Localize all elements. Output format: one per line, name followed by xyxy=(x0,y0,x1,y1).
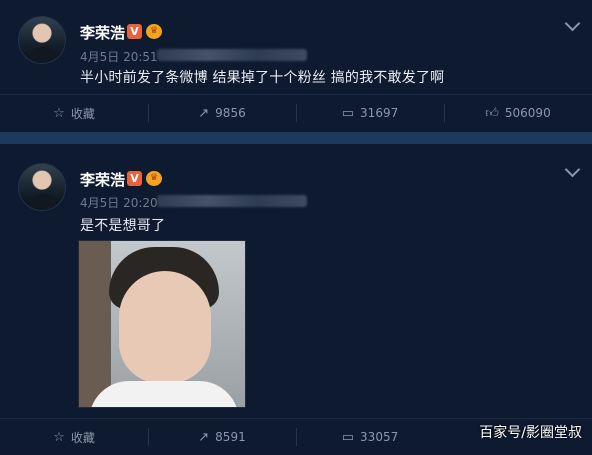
avatar[interactable] xyxy=(18,16,66,64)
avatar[interactable] xyxy=(18,163,66,211)
repost-count: 9856 xyxy=(215,106,246,120)
star-icon: ☆ xyxy=(53,105,65,121)
chevron-down-icon[interactable] xyxy=(564,15,581,32)
favorite-label: 收藏 xyxy=(70,106,95,121)
post-time[interactable]: 4月5日 20:51 xyxy=(80,48,158,65)
watermark: 百家号/影圈堂叔 xyxy=(479,425,582,441)
blurred-source xyxy=(157,195,307,207)
repost-icon: ↗ xyxy=(198,429,210,445)
repost-button[interactable]: ↗ 9856 xyxy=(148,95,296,131)
favorite-button[interactable]: ☆ 收藏 xyxy=(0,95,148,131)
crown-icon: ♛ xyxy=(146,171,162,186)
post-divider xyxy=(0,132,592,144)
comment-icon: ▭ xyxy=(341,429,355,445)
author-name[interactable]: 李荣浩 xyxy=(80,169,125,190)
repost-icon: ↗ xyxy=(198,105,210,121)
blurred-source xyxy=(157,49,307,61)
like-count: 506090 xyxy=(504,106,551,120)
star-icon: ☆ xyxy=(53,429,65,445)
repost-count: 8591 xyxy=(215,430,246,444)
like-button[interactable]: 👍︎ 506090 xyxy=(444,95,592,131)
post-photo[interactable] xyxy=(78,240,246,408)
comment-count: 31697 xyxy=(360,106,399,120)
crown-icon: ♛ xyxy=(146,24,162,39)
verified-icon: V xyxy=(127,171,142,186)
favorite-label: 收藏 xyxy=(70,430,95,445)
author-name[interactable]: 李荣浩 xyxy=(80,22,125,43)
like-icon: 👍︎ xyxy=(485,105,499,121)
post-text: 是不是想哥了 xyxy=(80,218,166,234)
post-card: 李荣浩 V ♛ 4月5日 20:51 半小时前发了条微博 结果掉了十个粉丝 搞的… xyxy=(0,0,592,130)
comment-button[interactable]: ▭ 31697 xyxy=(296,95,444,131)
action-bar: ☆ 收藏 ↗ 9856 ▭ 31697 👍︎ 506090 xyxy=(0,94,592,131)
comment-count: 33057 xyxy=(360,430,399,444)
post-time[interactable]: 4月5日 20:20 xyxy=(80,194,158,211)
verified-icon: V xyxy=(127,24,142,39)
post-text: 半小时前发了条微博 结果掉了十个粉丝 搞的我不敢发了啊 xyxy=(80,70,445,86)
chevron-down-icon[interactable] xyxy=(564,161,581,178)
comment-icon: ▭ xyxy=(341,105,355,121)
